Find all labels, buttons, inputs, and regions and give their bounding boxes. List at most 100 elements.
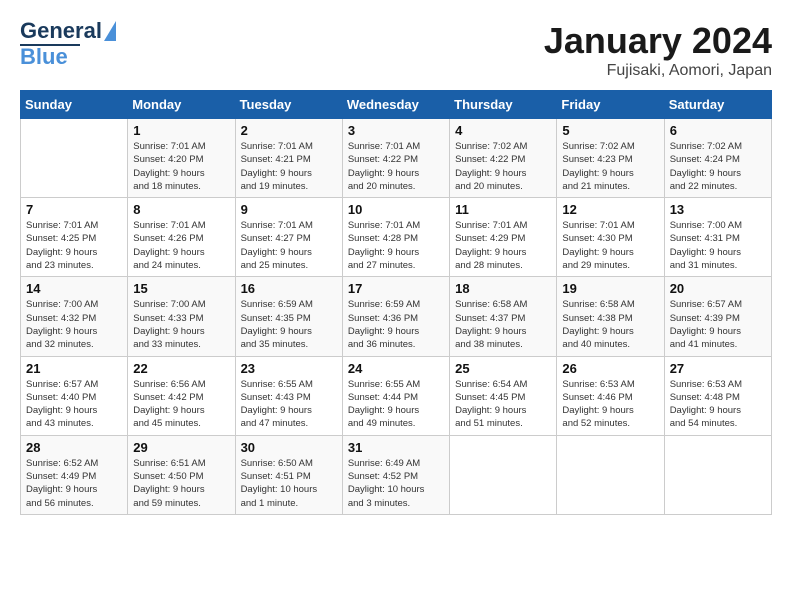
calendar-cell: 31 Sunrise: 6:49 AMSunset: 4:52 PMDayligh… [342,435,449,514]
day-info: Sunrise: 7:02 AMSunset: 4:23 PMDaylight:… [562,140,658,193]
calendar-cell: 9Sunrise: 7:01 AMSunset: 4:27 PMDaylight… [235,198,342,277]
calendar-cell: 12 Sunrise: 7:01 AMSunset: 4:30 PMDayligh… [557,198,664,277]
day-info: Sunrise: 6:55 AMSunset: 4:44 PMDaylight:… [348,378,444,431]
day-info: Sunrise: 6:54 AMSunset: 4:45 PMDaylight:… [455,378,551,431]
day-info: Sunrise: 6:56 AMSunset: 4:42 PMDaylight:… [133,378,229,431]
calendar-week-row: 14 Sunrise: 7:00 AMSunset: 4:32 PMDayligh… [21,277,772,356]
calendar-week-row: 7 Sunrise: 7:01 AMSunset: 4:25 PMDaylight… [21,198,772,277]
day-number: 30 [241,440,337,455]
calendar-cell: 17 Sunrise: 6:59 AMSunset: 4:36 PMDayligh… [342,277,449,356]
day-info: Sunrise: 6:53 AMSunset: 4:46 PMDaylight:… [562,378,658,431]
calendar-cell: 14 Sunrise: 7:00 AMSunset: 4:32 PMDayligh… [21,277,128,356]
calendar-week-row: 21Sunrise: 6:57 AMSunset: 4:40 PMDayligh… [21,356,772,435]
day-info: Sunrise: 7:02 AMSunset: 4:22 PMDaylight:… [455,140,551,193]
day-info: Sunrise: 7:01 AMSunset: 4:29 PMDaylight:… [455,219,551,272]
day-number: 4 [455,123,551,138]
day-number: 14 [26,281,122,296]
calendar-cell: 10Sunrise: 7:01 AMSunset: 4:28 PMDayligh… [342,198,449,277]
day-number: 22 [133,361,229,376]
day-number: 16 [241,281,337,296]
day-number: 26 [562,361,658,376]
day-info: Sunrise: 7:01 AMSunset: 4:22 PMDaylight:… [348,140,444,193]
day-number: 28 [26,440,122,455]
day-number: 1 [133,123,229,138]
calendar-cell: 2 Sunrise: 7:01 AMSunset: 4:21 PMDaylight… [235,119,342,198]
day-info: Sunrise: 7:02 AMSunset: 4:24 PMDaylight:… [670,140,766,193]
day-number: 5 [562,123,658,138]
calendar-cell: 8Sunrise: 7:01 AMSunset: 4:26 PMDaylight… [128,198,235,277]
day-number: 23 [241,361,337,376]
calendar-cell: 25 Sunrise: 6:54 AMSunset: 4:45 PMDayligh… [450,356,557,435]
day-number: 7 [26,202,122,217]
calendar-week-row: 1 Sunrise: 7:01 AMSunset: 4:20 PMDaylight… [21,119,772,198]
day-info: Sunrise: 6:50 AMSunset: 4:51 PMDaylight:… [241,457,337,510]
day-number: 12 [562,202,658,217]
day-info: Sunrise: 6:58 AMSunset: 4:38 PMDaylight:… [562,298,658,351]
day-number: 31 [348,440,444,455]
day-info: Sunrise: 7:00 AMSunset: 4:33 PMDaylight:… [133,298,229,351]
day-info: Sunrise: 7:01 AMSunset: 4:30 PMDaylight:… [562,219,658,272]
calendar-cell [450,435,557,514]
header-day-saturday: Saturday [664,91,771,119]
calendar-cell: 16Sunrise: 6:59 AMSunset: 4:35 PMDayligh… [235,277,342,356]
day-info: Sunrise: 7:00 AMSunset: 4:32 PMDaylight:… [26,298,122,351]
day-number: 27 [670,361,766,376]
calendar-cell: 26 Sunrise: 6:53 AMSunset: 4:46 PMDayligh… [557,356,664,435]
day-number: 24 [348,361,444,376]
calendar-cell: 7 Sunrise: 7:01 AMSunset: 4:25 PMDaylight… [21,198,128,277]
logo-blue: Blue [20,46,68,68]
day-number: 17 [348,281,444,296]
day-number: 13 [670,202,766,217]
day-number: 8 [133,202,229,217]
day-info: Sunrise: 7:01 AMSunset: 4:20 PMDaylight:… [133,140,229,193]
day-number: 20 [670,281,766,296]
header-day-monday: Monday [128,91,235,119]
day-info: Sunrise: 6:57 AMSunset: 4:40 PMDaylight:… [26,378,122,431]
calendar-cell: 20 Sunrise: 6:57 AMSunset: 4:39 PMDayligh… [664,277,771,356]
calendar-cell: 11Sunrise: 7:01 AMSunset: 4:29 PMDayligh… [450,198,557,277]
day-number: 2 [241,123,337,138]
day-number: 15 [133,281,229,296]
day-info: Sunrise: 6:57 AMSunset: 4:39 PMDaylight:… [670,298,766,351]
day-number: 19 [562,281,658,296]
page-header: General Blue January 2024 Fujisaki, Aomo… [20,20,772,80]
day-info: Sunrise: 6:58 AMSunset: 4:37 PMDaylight:… [455,298,551,351]
header-row: SundayMondayTuesdayWednesdayThursdayFrid… [21,91,772,119]
title-block: January 2024 Fujisaki, Aomori, Japan [544,20,772,80]
calendar-cell: 19 Sunrise: 6:58 AMSunset: 4:38 PMDayligh… [557,277,664,356]
calendar-cell: 23Sunrise: 6:55 AMSunset: 4:43 PMDayligh… [235,356,342,435]
day-info: Sunrise: 7:01 AMSunset: 4:21 PMDaylight:… [241,140,337,193]
logo-text: General [20,20,102,42]
calendar-cell: 28 Sunrise: 6:52 AMSunset: 4:49 PMDayligh… [21,435,128,514]
calendar-cell: 29 Sunrise: 6:51 AMSunset: 4:50 PMDayligh… [128,435,235,514]
day-info: Sunrise: 7:00 AMSunset: 4:31 PMDaylight:… [670,219,766,272]
calendar-cell: 1 Sunrise: 7:01 AMSunset: 4:20 PMDaylight… [128,119,235,198]
day-info: Sunrise: 6:53 AMSunset: 4:48 PMDaylight:… [670,378,766,431]
header-day-tuesday: Tuesday [235,91,342,119]
calendar-table: SundayMondayTuesdayWednesdayThursdayFrid… [20,90,772,515]
calendar-cell: 6 Sunrise: 7:02 AMSunset: 4:24 PMDaylight… [664,119,771,198]
day-info: Sunrise: 6:59 AMSunset: 4:36 PMDaylight:… [348,298,444,351]
day-info: Sunrise: 6:49 AMSunset: 4:52 PMDaylight:… [348,457,444,510]
calendar-week-row: 28 Sunrise: 6:52 AMSunset: 4:49 PMDayligh… [21,435,772,514]
day-info: Sunrise: 7:01 AMSunset: 4:25 PMDaylight:… [26,219,122,272]
month-title: January 2024 [544,20,772,62]
day-number: 18 [455,281,551,296]
day-info: Sunrise: 6:52 AMSunset: 4:49 PMDaylight:… [26,457,122,510]
logo: General Blue [20,20,116,68]
header-day-wednesday: Wednesday [342,91,449,119]
calendar-cell [557,435,664,514]
calendar-cell: 13 Sunrise: 7:00 AMSunset: 4:31 PMDayligh… [664,198,771,277]
location: Fujisaki, Aomori, Japan [544,62,772,80]
calendar-cell: 4 Sunrise: 7:02 AMSunset: 4:22 PMDaylight… [450,119,557,198]
day-info: Sunrise: 7:01 AMSunset: 4:27 PMDaylight:… [241,219,337,272]
day-number: 10 [348,202,444,217]
calendar-cell: 30 Sunrise: 6:50 AMSunset: 4:51 PMDayligh… [235,435,342,514]
day-number: 29 [133,440,229,455]
day-number: 25 [455,361,551,376]
calendar-cell: 27 Sunrise: 6:53 AMSunset: 4:48 PMDayligh… [664,356,771,435]
day-info: Sunrise: 6:51 AMSunset: 4:50 PMDaylight:… [133,457,229,510]
calendar-cell: 3Sunrise: 7:01 AMSunset: 4:22 PMDaylight… [342,119,449,198]
logo-triangle-icon [104,21,116,41]
day-number: 6 [670,123,766,138]
